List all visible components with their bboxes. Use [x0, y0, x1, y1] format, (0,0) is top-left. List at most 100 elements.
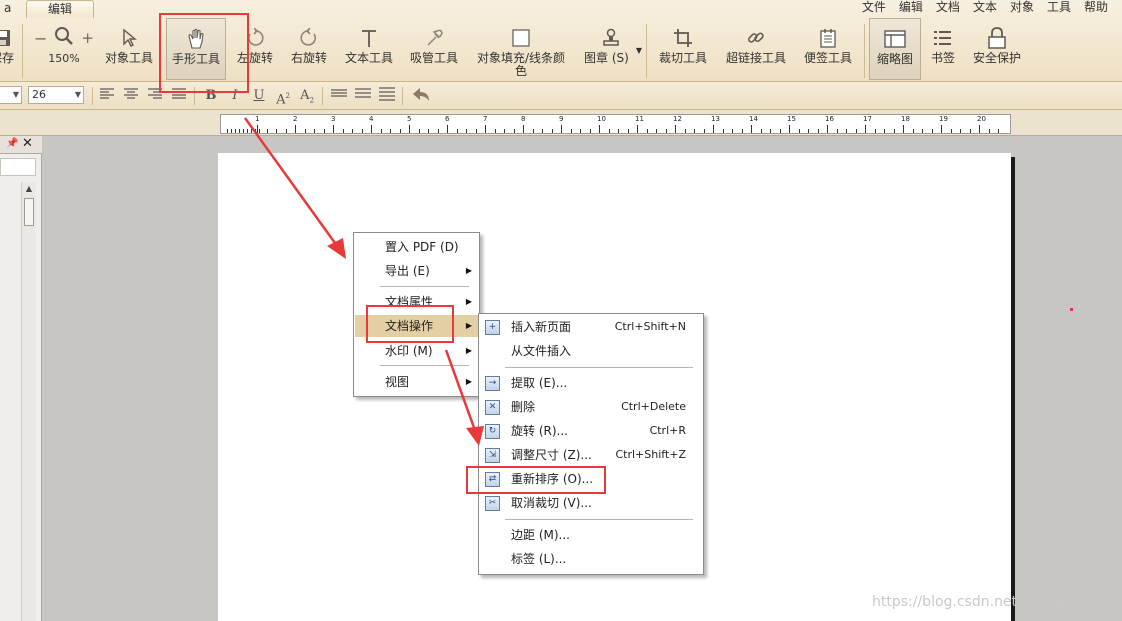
save-button[interactable]: 保存	[0, 18, 18, 80]
scroll-up-icon[interactable]: ▲	[22, 182, 36, 196]
menu-item-labels[interactable]: 标签 (L)...	[480, 548, 702, 570]
security-button[interactable]: 安全保护	[966, 18, 1028, 80]
thumbnails-label: 缩略图	[876, 52, 913, 66]
menu-item-extract[interactable]: → 提取 (E)...	[480, 372, 702, 394]
zoom-out-button[interactable]: −	[34, 29, 47, 48]
ruler-tick	[231, 129, 232, 133]
ruler-tick	[342, 129, 344, 133]
ruler-tick	[259, 129, 260, 133]
align-center-button[interactable]	[122, 87, 140, 105]
thumbnails-panel: 📌 ✕ ▲	[0, 136, 42, 621]
ruler-tick	[570, 129, 572, 133]
ruler-tick	[551, 129, 553, 133]
menu-tools[interactable]: 工具	[1047, 0, 1071, 16]
ruler-tick	[323, 129, 325, 133]
list-icon[interactable]	[378, 87, 396, 105]
menu-object[interactable]: 对象	[1010, 0, 1034, 16]
stamp-button[interactable]: 图章 (S) ▼	[578, 18, 644, 80]
menu-item-label: 取消裁切 (V)...	[511, 496, 592, 510]
ruler-tick	[941, 125, 942, 133]
zoom-control: − + 150%	[30, 18, 98, 80]
zoom-value[interactable]: 150%	[30, 52, 98, 65]
panel-scrollbar[interactable]: ▲	[21, 182, 36, 621]
eyedropper-tool-label: 吸管工具	[409, 51, 458, 65]
cursor-dot	[1070, 308, 1073, 311]
menu-item-uncrop[interactable]: ✂ 取消裁切 (V)...	[480, 492, 702, 514]
ruler-tick	[950, 129, 952, 133]
ruler-tick	[912, 129, 914, 133]
menu-file[interactable]: 文件	[862, 0, 886, 16]
bookmarks-label: 书签	[930, 51, 955, 65]
magnifier-icon[interactable]	[54, 26, 74, 51]
divider	[864, 24, 865, 78]
fill-stroke-label: 对象填充/线条颜 色	[470, 52, 572, 78]
scrollbar-thumb[interactable]	[24, 198, 34, 226]
object-tool-button[interactable]: 对象工具	[100, 18, 158, 80]
rotate-right-button[interactable]: 右旋转	[284, 18, 334, 80]
thumbnails-button[interactable]: 缩略图	[869, 18, 921, 80]
lock-icon	[966, 26, 1028, 50]
stamp-dropdown-icon[interactable]: ▼	[636, 46, 642, 55]
menu-text[interactable]: 文本	[973, 0, 997, 16]
menu-item-view[interactable]: 视图 ▶	[355, 371, 478, 393]
ruler-tick	[428, 129, 429, 133]
menu-item-delete[interactable]: ✕ 删除 Ctrl+Delete	[480, 396, 702, 418]
undo-arrow-icon[interactable]	[410, 87, 432, 105]
ruler-tick	[751, 125, 752, 133]
menu-item-margins[interactable]: 边距 (M)...	[480, 524, 702, 546]
ruler-label: 6	[445, 115, 450, 123]
stamp-icon	[578, 26, 644, 50]
ruler-tick	[884, 129, 885, 133]
ruler-tick	[580, 129, 581, 133]
menu-item-watermark[interactable]: 水印 (M) ▶	[355, 340, 478, 362]
menu-item-export[interactable]: 导出 (E) ▶	[355, 260, 478, 282]
divider	[322, 87, 323, 105]
ruler-label: 19	[939, 115, 948, 123]
ruler-tick	[618, 129, 619, 133]
menu-item-insert-new-page[interactable]: + 插入新页面 Ctrl+Shift+N	[480, 316, 702, 338]
zoom-in-button[interactable]: +	[81, 29, 94, 47]
subscript-icon[interactable]: A2	[298, 87, 316, 105]
ruler-tick	[865, 125, 866, 133]
line-spacing-icon[interactable]	[330, 87, 348, 105]
ruler-tick	[589, 129, 591, 133]
sticky-note-tool-label: 便签工具	[803, 51, 852, 65]
menu-item-place-pdf[interactable]: 置入 PDF (D)	[355, 236, 478, 258]
bookmarks-button[interactable]: 书签	[924, 18, 962, 80]
menu-edit[interactable]: 编辑	[899, 0, 923, 16]
menu-document[interactable]: 文档	[936, 0, 960, 16]
menu-item-rotate[interactable]: ↻ 旋转 (R)... Ctrl+R	[480, 420, 702, 442]
fill-stroke-color-button[interactable]: 对象填充/线条颜 色	[470, 18, 572, 80]
divider	[646, 24, 647, 78]
menu-help[interactable]: 帮助	[1084, 0, 1108, 16]
menu-item-shortcut: Ctrl+Delete	[621, 400, 686, 413]
hyperlink-tool-button[interactable]: 超链接工具	[720, 18, 792, 80]
ruler-tick	[227, 129, 228, 133]
pin-icon[interactable]: 📌	[6, 138, 18, 149]
crop-tool-button[interactable]: 裁切工具	[652, 18, 714, 80]
divider	[402, 87, 403, 105]
menu-item-label: 调整尺寸 (Z)...	[511, 448, 592, 462]
ruler-tick	[418, 129, 420, 133]
paragraph-spacing-icon[interactable]	[354, 87, 372, 105]
menu-item-insert-from-file[interactable]: 从文件插入	[480, 340, 702, 362]
ruler-label: 20	[977, 115, 986, 123]
font-size-select[interactable]: 26 ▼	[28, 86, 84, 104]
ruler-tick	[922, 129, 923, 133]
tab-edit[interactable]: 编辑	[26, 0, 94, 18]
ruler-tick	[447, 125, 448, 133]
align-left-button[interactable]	[98, 87, 116, 105]
text-tool-button[interactable]: 文本工具	[340, 18, 398, 80]
superscript-icon[interactable]: A2	[274, 87, 292, 107]
eyedropper-tool-button[interactable]: 吸管工具	[404, 18, 464, 80]
underline-icon[interactable]: U	[250, 87, 268, 105]
sticky-note-tool-button[interactable]: 便签工具	[798, 18, 858, 80]
bookmark-list-icon	[924, 26, 962, 50]
highlight-box-hand-tool	[159, 13, 249, 93]
font-family-select[interactable]: ▼	[0, 86, 22, 104]
close-icon[interactable]: ✕	[22, 136, 33, 151]
horizontal-ruler[interactable]: 1 2 3 4 5 6 7 8 9 10 11 12 13 14 15 16 17 18 19 20	[220, 114, 1011, 134]
ruler-tick	[371, 125, 372, 133]
menu-item-resize[interactable]: ⇲ 调整尺寸 (Z)... Ctrl+Shift+Z	[480, 444, 702, 466]
tab-partial[interactable]: a	[0, 0, 21, 18]
